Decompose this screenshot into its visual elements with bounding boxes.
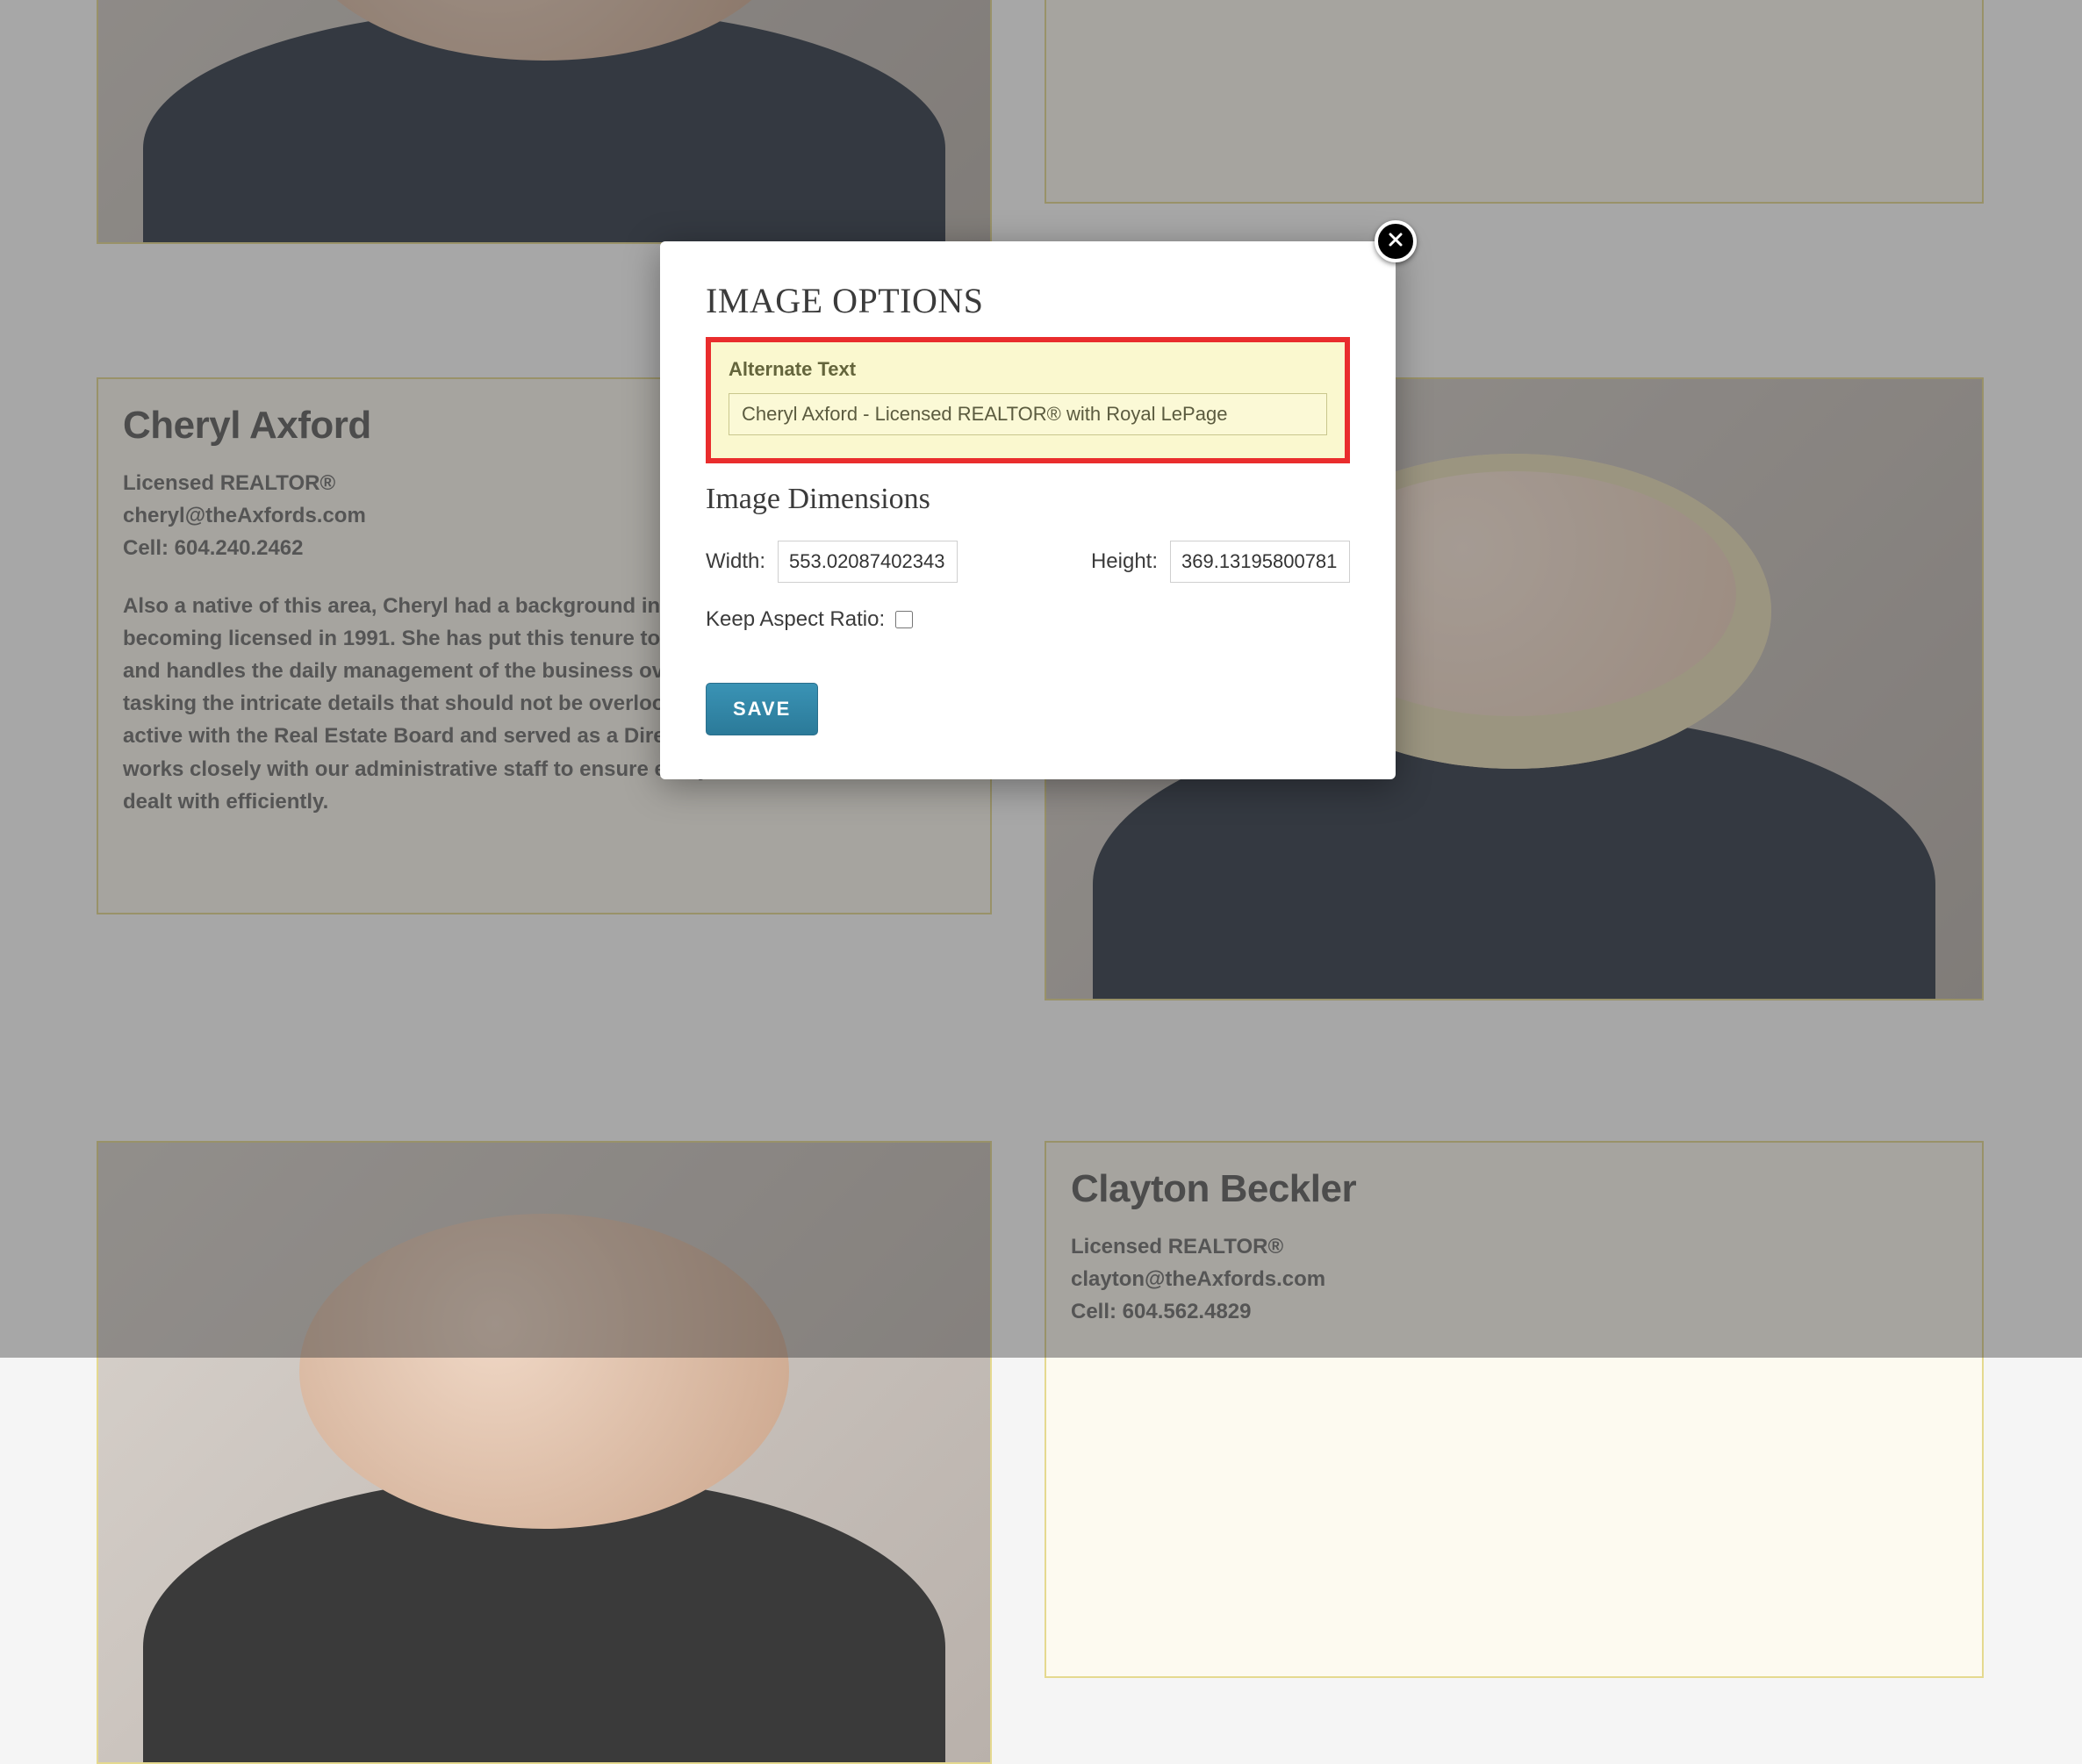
close-button[interactable] <box>1375 220 1417 262</box>
modal-title: IMAGE OPTIONS <box>706 280 1350 321</box>
keep-aspect-row: Keep Aspect Ratio: <box>706 607 1350 632</box>
keep-aspect-checkbox[interactable] <box>895 611 913 628</box>
height-input[interactable] <box>1170 541 1350 583</box>
height-label: Height: <box>1091 549 1158 574</box>
dimensions-row: Width: Height: <box>706 541 1350 583</box>
image-options-modal: IMAGE OPTIONS Alternate Text Image Dimen… <box>660 241 1396 779</box>
close-icon <box>1387 231 1404 253</box>
save-button[interactable]: SAVE <box>706 683 818 735</box>
alt-text-label: Alternate Text <box>729 358 1327 381</box>
width-input[interactable] <box>778 541 958 583</box>
image-dimensions-heading: Image Dimensions <box>706 483 1350 516</box>
alt-text-section: Alternate Text <box>706 337 1350 463</box>
keep-aspect-label: Keep Aspect Ratio: <box>706 607 885 632</box>
width-label: Width: <box>706 549 765 574</box>
alt-text-input[interactable] <box>729 393 1327 435</box>
